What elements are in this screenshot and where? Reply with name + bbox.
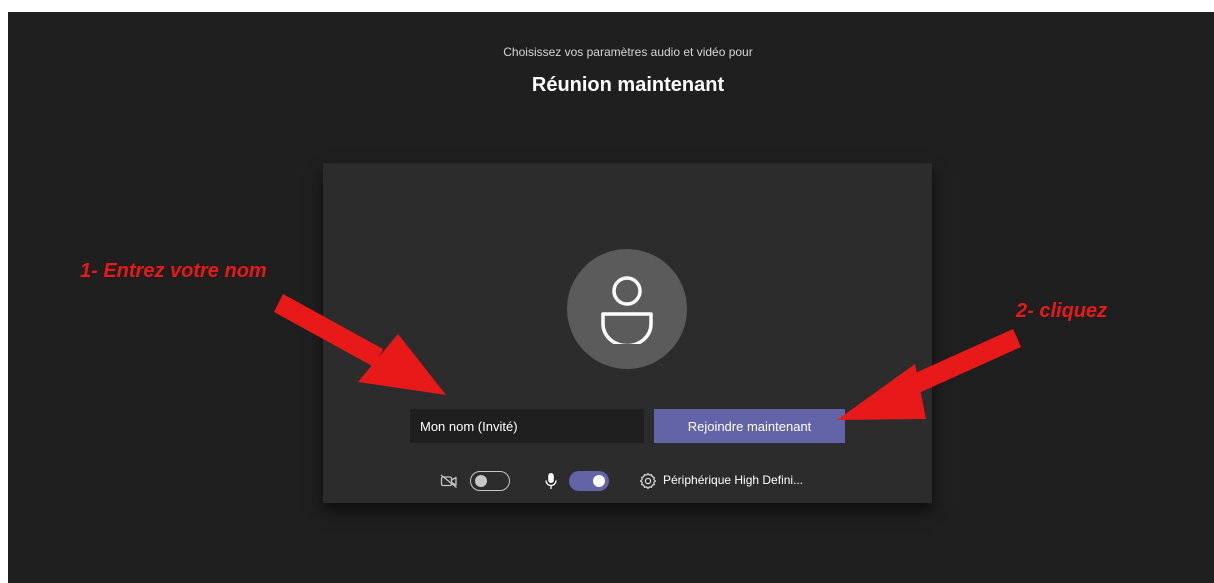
arrow-to-join-button bbox=[837, 329, 1021, 420]
annotation-step-2: 2- cliquez bbox=[1016, 300, 1108, 322]
annotation-step-1: 1- Entrez votre nom bbox=[80, 260, 267, 282]
arrow-to-name-input bbox=[274, 294, 446, 395]
meeting-prejoin-screen: Choisissez vos paramètres audio et vidéo… bbox=[8, 12, 1214, 583]
annotation-arrows bbox=[274, 294, 1021, 420]
